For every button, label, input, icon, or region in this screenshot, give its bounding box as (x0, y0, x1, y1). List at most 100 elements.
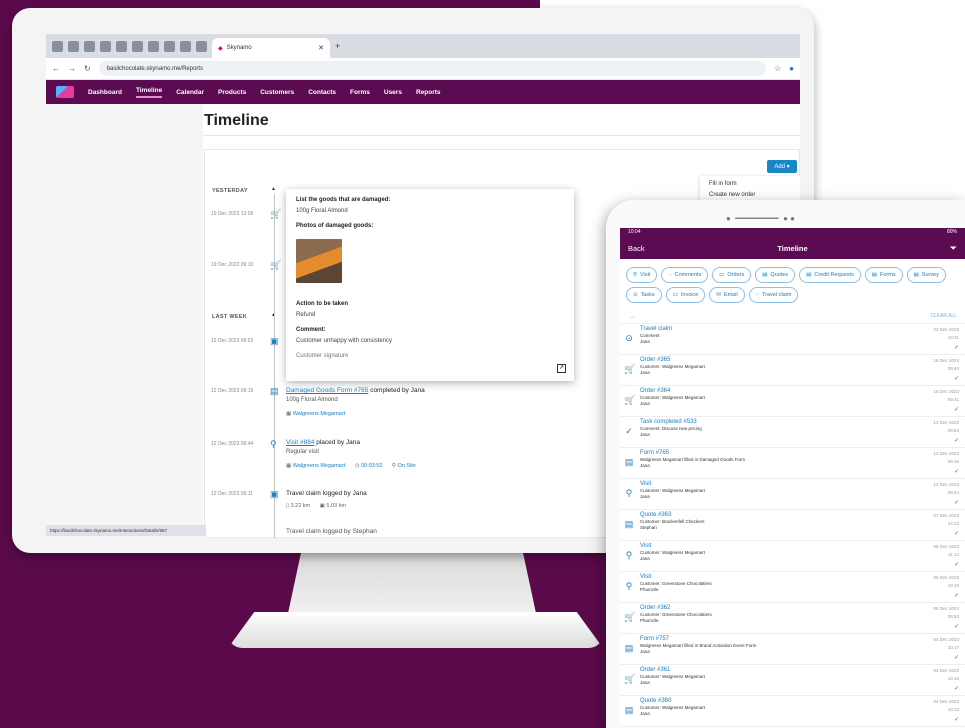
chevron-up-icon[interactable]: ▴ (272, 185, 275, 192)
form-icon: ▤ (871, 272, 877, 278)
visit-link[interactable]: Visit #884 (286, 439, 314, 446)
tab-favicon[interactable] (132, 40, 143, 52)
chip-visit[interactable]: ⚲ Visit (626, 267, 658, 283)
chip-forms[interactable]: ▤ Forms (864, 267, 903, 283)
chip-travel-claim[interactable]: ◌ Travel claim (748, 287, 799, 303)
event-title-suffix: completed by Jana (368, 387, 425, 394)
check-icon: ✓ (953, 500, 959, 506)
clear-all-button[interactable]: CLEAR ALL (930, 313, 957, 320)
profile-icon[interactable]: ● (789, 64, 794, 73)
skynamo-logo-icon[interactable] (56, 86, 74, 98)
nav-contacts[interactable]: Contacts (308, 89, 336, 96)
nav-timeline[interactable]: Timeline (135, 87, 163, 98)
event-customer[interactable]: ▦ Walgreens Megamart (286, 411, 345, 417)
chip-email[interactable]: ✉ Email (709, 287, 745, 303)
list-item[interactable]: ✓ Task completed #533 Comment: Discuss new… (620, 417, 965, 448)
item-date: 04 Dec 2023 (933, 637, 959, 642)
tab-favicon[interactable] (100, 40, 111, 52)
list-item[interactable]: ⚲ Visit Customer: Greenstone Chocolatiers P… (620, 572, 965, 603)
form-details-popup: List the goods that are damaged: 100g Fl… (286, 189, 574, 381)
customer-name[interactable]: Walgreens Megamart (293, 463, 345, 469)
chip-orders[interactable]: ▭ Orders (712, 267, 752, 283)
form-link[interactable]: Damaged Goods Form #765 (286, 387, 368, 394)
item-title: Order #361 (640, 667, 671, 673)
tab-favicon[interactable] (68, 40, 79, 52)
chip-invoice[interactable]: ▭ Invoice (665, 287, 706, 303)
chip-label: Comments (674, 272, 702, 278)
close-icon[interactable]: ✕ (318, 44, 324, 52)
item-time: 09:16 (947, 459, 959, 464)
nav-calendar[interactable]: Calendar (176, 89, 204, 96)
tab-favicon[interactable] (52, 40, 63, 52)
nav-customers[interactable]: Customers (260, 89, 294, 96)
item-date: 12 Dec 2023 (933, 451, 959, 456)
list-item[interactable]: 🛒 Order #362 Customer: Greenstone Chocolat… (620, 603, 965, 634)
item-title: Travel claim (640, 326, 673, 332)
menu-item-fill-in-form[interactable]: Fill in form (709, 179, 791, 190)
tablet-header: Back Timeline ⏷ (620, 237, 965, 259)
section-yesterday: YESTERDAY (212, 188, 248, 194)
back-icon[interactable]: ← (52, 64, 60, 73)
chevron-up-icon[interactable]: ︿ (630, 313, 635, 320)
check-icon: ✓ (953, 469, 959, 475)
url-field[interactable]: basilchocolate.skynamo.me/Reports (98, 61, 766, 76)
chip-credit-requests[interactable]: ▤ Credit Requests (799, 267, 861, 283)
item-title: Visit (640, 543, 652, 549)
url-text: basilchocolate.skynamo.me/Reports (106, 65, 204, 72)
tab-favicon[interactable] (180, 40, 191, 52)
tab-favicon[interactable] (84, 40, 95, 52)
location-pin-icon: ⚲ (270, 439, 277, 449)
tab-favicon[interactable] (196, 40, 207, 52)
list-item[interactable]: ▤ Form #757 Walgreens Megamart filled in B… (620, 634, 965, 665)
item-title: Quote #363 (640, 512, 672, 518)
popup-answer: 100g Floral Almond (296, 208, 348, 214)
chip-label: Visit (640, 272, 651, 278)
star-icon[interactable]: ☆ (774, 64, 781, 73)
forward-icon[interactable]: → (68, 64, 76, 73)
tab-favicon[interactable] (116, 40, 127, 52)
status-bar-url: https://basilchocolate.skynamo.me/Intera… (46, 525, 206, 536)
reload-icon[interactable]: ↻ (84, 64, 91, 73)
item-subtitle: Customer: Walgreens Megamart (640, 488, 705, 493)
nav-forms[interactable]: Forms (350, 89, 370, 96)
tab-favicon[interactable] (164, 40, 175, 52)
list-item[interactable]: 🛒 Order #361 Customer: Walgreens Megamart J… (620, 665, 965, 696)
item-subtitle: Comment (640, 333, 660, 338)
tab-favicon[interactable] (148, 40, 159, 52)
chip-tasks[interactable]: ⊙ Tasks (626, 287, 662, 303)
open-external-icon[interactable]: ↗ (557, 364, 566, 373)
list-item[interactable]: ▤ Quote #363 Customer: Brackenfell Checker… (620, 510, 965, 541)
divider (203, 135, 800, 136)
nav-dashboard[interactable]: Dashboard (88, 89, 122, 96)
list-item[interactable]: 🛒 Order #365 Customer: Walgreens Megamart J… (620, 355, 965, 386)
item-person: Jana (640, 556, 650, 561)
building-icon: ▦ (286, 463, 293, 469)
item-date: 12 Dec 2023 (933, 420, 959, 425)
browser-tab-active[interactable]: ◆ Skynamo ✕ (212, 38, 330, 58)
tablet-timeline-list: ⊙ Travel claim Comment Jana 22 Dec 2023 10:21… (620, 324, 965, 728)
item-type-icon: 🛒 (624, 364, 636, 374)
form-icon: ▤ (913, 272, 919, 278)
page-title: Timeline (204, 112, 269, 129)
list-item[interactable]: ⊙ Travel claim Comment Jana 22 Dec 2023 10:21… (620, 324, 965, 355)
document-icon: ▭ (672, 292, 678, 298)
check-icon: ⊙ (633, 292, 638, 298)
new-tab-icon[interactable]: + (335, 41, 340, 51)
nav-users[interactable]: Users (384, 89, 402, 96)
add-button[interactable]: Add ▾ (767, 160, 797, 173)
damaged-goods-photo[interactable] (296, 239, 342, 283)
list-item[interactable]: ▤ Form #765 Walgreens Megamart filled in D… (620, 448, 965, 479)
chip-quotes[interactable]: ▤ Quotes (755, 267, 796, 283)
chip-label: Email (723, 292, 738, 298)
item-type-icon: ⚲ (625, 550, 633, 560)
list-item[interactable]: ⚲ Visit Customer: Walgreens Megamart Jana 12… (620, 479, 965, 510)
timestamp: 12 Dec 2023 09:11 (211, 491, 253, 497)
popup-question: Comment: (296, 327, 326, 333)
chip-comments[interactable]: ◌ Comments (661, 267, 709, 283)
list-item[interactable]: ▤ Quote #360 Customer: Walgreens Megamart J… (620, 696, 965, 727)
list-item[interactable]: ⚲ Visit Customer: Walgreens Megamart Jana 06… (620, 541, 965, 572)
nav-products[interactable]: Products (218, 89, 246, 96)
nav-reports[interactable]: Reports (416, 89, 441, 96)
chip-survey[interactable]: ▤ Survey (906, 267, 946, 283)
list-item[interactable]: 🛒 Order #364 Customer: Walgreens Megamart J… (620, 386, 965, 417)
